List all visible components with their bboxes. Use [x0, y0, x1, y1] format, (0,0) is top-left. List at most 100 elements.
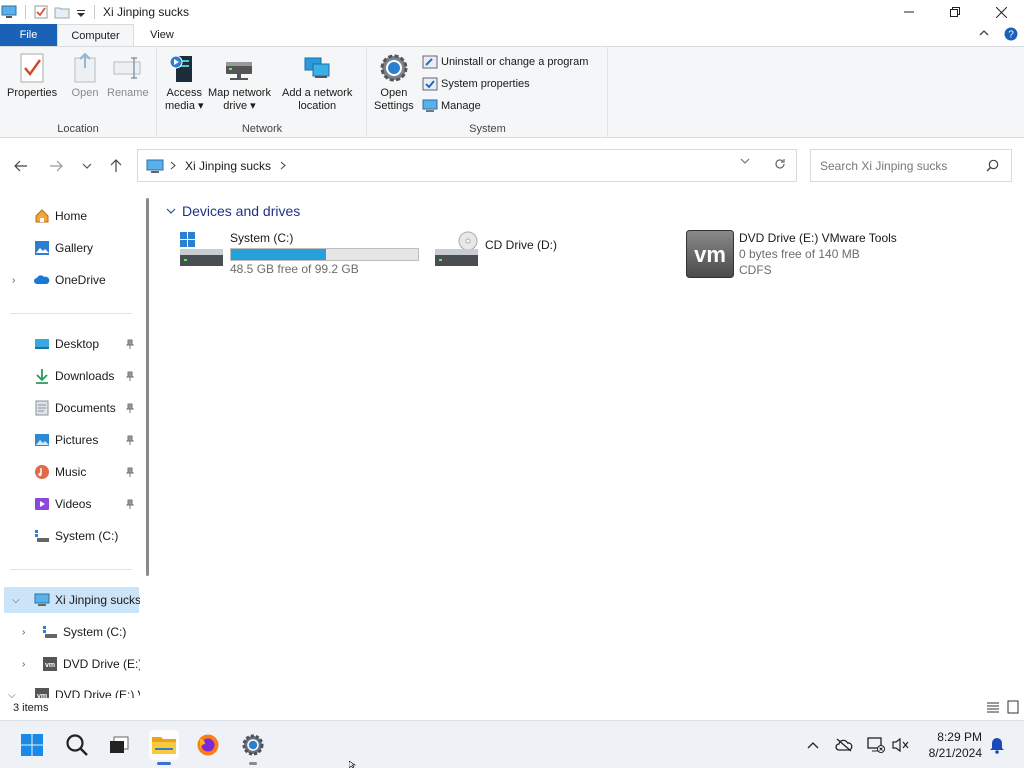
desktop-icon	[35, 339, 49, 349]
pin-icon[interactable]	[125, 499, 135, 509]
nav-item-music[interactable]: Music	[0, 459, 140, 485]
network-tray-button[interactable]	[866, 735, 886, 755]
address-bar[interactable]: Xi Jinping sucks	[137, 149, 797, 182]
file-explorer-folder-icon	[152, 737, 176, 754]
breadcrumb-chevron-icon-2[interactable]	[280, 161, 286, 170]
open-button[interactable]: Open	[68, 51, 102, 100]
pin-icon[interactable]	[125, 467, 135, 477]
tab-file[interactable]: File	[0, 24, 57, 46]
drive-tile-dvd-e[interactable]: vm DVD Drive (E:) VMware Tools 0 bytes f…	[686, 230, 916, 280]
taskbar-settings[interactable]	[238, 730, 268, 765]
expand-chevron-icon[interactable]: ›	[12, 275, 15, 286]
collapse-chevron-icon[interactable]: ⌵	[8, 690, 16, 699]
close-button[interactable]	[978, 0, 1024, 24]
new-folder-quick-icon[interactable]	[54, 5, 70, 19]
nav-item-dvd-partial[interactable]: ⌵ vm DVD Drive (E:) V	[0, 682, 140, 698]
refresh-icon[interactable]	[774, 158, 786, 170]
show-hidden-icons-button[interactable]	[803, 735, 823, 755]
chevron-up-icon	[807, 742, 819, 749]
up-button[interactable]	[106, 156, 126, 176]
taskbar-firefox[interactable]	[193, 730, 223, 760]
this-pc-icon[interactable]	[1, 5, 17, 19]
task-view-button[interactable]	[104, 730, 134, 760]
ribbon: Properties Open Rename Location Access m…	[0, 46, 1024, 138]
nav-item-onedrive[interactable]: › OneDrive	[0, 267, 140, 293]
properties-quick-icon[interactable]	[34, 5, 48, 19]
pin-icon[interactable]	[125, 403, 135, 413]
nav-item-desktop[interactable]: Desktop	[0, 331, 140, 357]
svg-text:?: ?	[1008, 30, 1014, 41]
system-group-label: System	[469, 123, 506, 135]
rename-button[interactable]: Rename	[107, 51, 149, 100]
access-media-button[interactable]: Access media ▾	[165, 51, 204, 113]
recent-locations-button[interactable]	[77, 156, 97, 176]
home-icon	[35, 209, 49, 223]
back-button[interactable]	[11, 156, 31, 176]
nav-item-pictures[interactable]: Pictures	[0, 427, 140, 453]
search-box[interactable]: Search Xi Jinping sucks	[810, 149, 1012, 182]
ribbon-group-system: Open Settings Uninstall or change a prog…	[368, 47, 608, 137]
tab-computer[interactable]: Computer	[57, 24, 134, 47]
system-properties-button[interactable]: System properties	[422, 77, 530, 91]
breadcrumb-this-pc[interactable]: Xi Jinping sucks	[185, 159, 271, 173]
pin-icon[interactable]	[125, 339, 135, 349]
onedrive-tray-button[interactable]	[834, 735, 854, 755]
nav-item-child-system-c[interactable]: › System (C:)	[0, 619, 140, 645]
videos-icon	[35, 498, 49, 510]
collapse-chevron-icon[interactable]: ⌵	[12, 595, 20, 606]
nav-videos-label: Videos	[55, 497, 92, 511]
restore-button[interactable]	[932, 0, 978, 24]
nav-item-system-c[interactable]: System (C:)	[0, 523, 140, 549]
navigation-scrollbar[interactable]	[146, 198, 149, 576]
drive-tile-cd-d[interactable]: CD Drive (D:)	[434, 231, 634, 271]
notifications-button[interactable]	[987, 735, 1007, 755]
volume-muted-icon	[892, 737, 909, 753]
nav-item-child-dvd-e[interactable]: › vm DVD Drive (E:)	[0, 651, 140, 677]
drive-tile-system-c[interactable]: System (C:) 48.5 GB free of 99.2 GB	[180, 231, 425, 279]
open-settings-button[interactable]: Open Settings	[374, 51, 414, 113]
taskbar-clock[interactable]: 8:29 PM 8/21/2024	[918, 729, 982, 761]
network-group-label: Network	[241, 123, 283, 135]
help-icon[interactable]: ?	[1004, 27, 1018, 41]
expand-chevron-icon[interactable]: ›	[22, 627, 25, 638]
open-settings-label-1: Open	[380, 87, 408, 99]
expand-ribbon-icon[interactable]	[978, 27, 990, 39]
forward-button[interactable]	[46, 156, 66, 176]
uninstall-program-button[interactable]: Uninstall or change a program	[422, 55, 588, 69]
nav-item-home[interactable]: Home	[0, 203, 140, 229]
properties-button[interactable]: Properties	[7, 51, 57, 100]
pin-icon[interactable]	[125, 371, 135, 381]
minimize-button[interactable]	[886, 0, 932, 24]
expand-chevron-icon[interactable]: ›	[22, 659, 25, 670]
nav-item-this-pc[interactable]: ⌵ Xi Jinping sucks	[4, 587, 140, 613]
start-button[interactable]	[17, 730, 47, 760]
taskbar-search-button[interactable]	[62, 730, 92, 760]
taskbar-file-explorer[interactable]	[149, 730, 179, 765]
arrow-left-icon	[14, 160, 27, 172]
large-icons-view-icon[interactable]	[1006, 700, 1020, 714]
devices-group-header[interactable]: Devices and drives	[166, 203, 300, 219]
cloud-offline-icon	[835, 738, 853, 752]
chevron-down-icon	[82, 163, 92, 169]
nav-item-documents[interactable]: Documents	[0, 395, 140, 421]
details-view-icon[interactable]	[986, 700, 1000, 714]
nav-item-videos[interactable]: Videos	[0, 491, 140, 517]
drive-name: DVD Drive (E:) VMware Tools	[739, 231, 897, 245]
manage-button[interactable]: Manage	[422, 99, 481, 113]
volume-tray-button[interactable]	[891, 735, 911, 755]
address-dropdown-icon[interactable]	[740, 158, 750, 164]
nav-item-gallery[interactable]: Gallery	[0, 235, 140, 261]
firefox-icon	[197, 734, 219, 756]
clock-time: 8:29 PM	[937, 730, 982, 744]
breadcrumb-chevron-icon[interactable]	[170, 161, 176, 170]
nav-item-downloads[interactable]: Downloads	[0, 363, 140, 389]
pin-icon[interactable]	[125, 435, 135, 445]
tab-view[interactable]: View	[136, 24, 188, 46]
onedrive-cloud-icon	[34, 275, 50, 284]
add-network-location-button[interactable]: Add a network location	[282, 51, 352, 113]
drive-free-space: 48.5 GB free of 99.2 GB	[230, 262, 359, 276]
customize-quick-access-icon[interactable]	[76, 5, 86, 19]
map-network-drive-button[interactable]: Map network drive ▾	[208, 51, 271, 113]
nav-desktop-label: Desktop	[55, 337, 100, 351]
window-title: Xi Jinping sucks	[103, 5, 190, 19]
